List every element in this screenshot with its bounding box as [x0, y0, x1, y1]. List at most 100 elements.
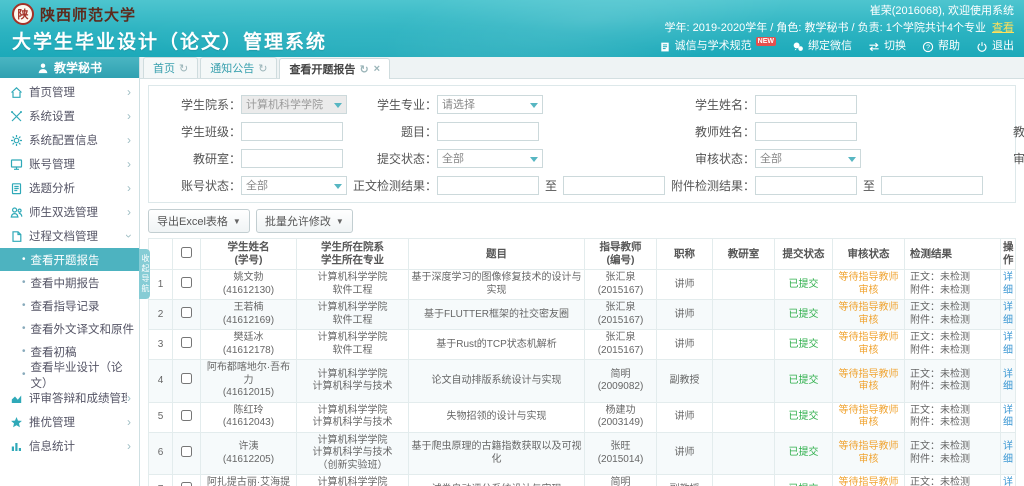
rank-cell: 讲师	[657, 402, 713, 432]
header-nav-wechat[interactable]: 绑定微信	[792, 38, 852, 55]
refresh-icon[interactable]: ↻	[179, 62, 188, 75]
sidebar-item-label: 首页管理	[29, 84, 127, 100]
college-major-cell: 计算机科学学院软件工程	[297, 330, 409, 360]
review-status: 等待指导教师审核	[839, 302, 899, 326]
detection-result-cell: 正文：未检测附件：未检测	[905, 270, 1001, 300]
row-checkbox[interactable]	[181, 337, 192, 348]
student-name-cell: 姚文勃(41612130)	[201, 270, 297, 300]
col-header: 操作	[1001, 239, 1016, 270]
filter-label: 正文检测结果：	[347, 177, 437, 194]
range-to-label: 至	[863, 177, 875, 194]
sidebar-item-chart[interactable]: 评审答辩和成绩管理›	[0, 386, 139, 410]
filter-input[interactable]	[241, 149, 343, 168]
refresh-icon[interactable]: ↻	[258, 62, 267, 75]
sidebar-item-document[interactable]: 过程文档管理›	[0, 224, 139, 248]
detail-link[interactable]: 详细	[1003, 369, 1013, 393]
range-from-input[interactable]	[437, 176, 539, 195]
header-nav-label: 诚信与学术规范	[675, 38, 752, 55]
filter-label: 学号：	[983, 96, 1024, 113]
refresh-icon[interactable]: ↻	[359, 63, 368, 76]
filter-panel: 学生院系：计算机科学学院学生专业：请选择学生姓名：学号：学生班级：题目：教师姓名…	[148, 85, 1016, 203]
thesis-title-cell: 失物招领的设计与实现	[409, 402, 585, 432]
detection-result-cell: 正文：未检测附件：未检测	[905, 300, 1001, 330]
header-nav-switch[interactable]: 切换	[868, 38, 906, 55]
report-table-wrap: 学生姓名(学号)学生所在院系学生所在专业题目指导教师(编号)职称教研室提交状态审…	[148, 238, 1016, 486]
tab-首页[interactable]: 首页 ↻	[143, 57, 198, 78]
range-to-input[interactable]	[881, 176, 983, 195]
detail-link[interactable]: 详细	[1003, 302, 1013, 326]
caret-down-icon	[334, 184, 342, 189]
sidebar-subitem[interactable]: •查看指导记录	[0, 294, 139, 317]
sidebar-item-analysis[interactable]: 选题分析›	[0, 176, 139, 200]
row-checkbox[interactable]	[181, 446, 192, 457]
tab-label: 通知公告	[210, 60, 254, 76]
filter-input[interactable]	[755, 95, 857, 114]
filter-select[interactable]: 请选择	[437, 95, 543, 114]
sidebar-item-monitor[interactable]: 账号管理›	[0, 152, 139, 176]
range-to-input[interactable]	[563, 176, 665, 195]
college-major-cell: 计算机科学学院计算机科学与技术（创新实验班）	[297, 432, 409, 475]
sidebar-item-gear[interactable]: 系统配置信息›	[0, 128, 139, 152]
sidebar-item-label: 选题分析	[29, 180, 127, 196]
tab-label: 首页	[153, 60, 175, 76]
tab-查看开题报告[interactable]: 查看开题报告↻×	[279, 58, 390, 79]
close-icon[interactable]: ×	[374, 63, 380, 75]
collapse-nav-tab[interactable]: 收起导航	[139, 249, 150, 299]
sidebar-item-wrench[interactable]: 系统设置›	[0, 104, 139, 128]
session-meta: 学年: 2019-2020学年 / 角色: 教学秘书 / 负责: 1个学院共计4…	[659, 20, 1014, 37]
header-nav-help[interactable]: ?帮助	[922, 38, 960, 55]
bullet-icon: •	[22, 300, 26, 311]
filter-input[interactable]	[755, 122, 857, 141]
analysis-icon	[10, 182, 23, 195]
office-cell	[713, 432, 775, 475]
submit-status: 已提交	[789, 309, 819, 320]
detail-link[interactable]: 详细	[1003, 272, 1013, 296]
filter-label: 账号状态：	[151, 177, 241, 194]
review-status: 等待指导教师审核	[839, 332, 899, 356]
row-checkbox[interactable]	[181, 277, 192, 288]
header-nav-honesty-doc[interactable]: 诚信与学术规范NEW	[659, 38, 776, 55]
select-value: 全部	[246, 177, 268, 193]
filter-input[interactable]	[437, 122, 539, 141]
filter-input[interactable]	[241, 122, 343, 141]
submit-status: 已提交	[789, 411, 819, 422]
sidebar-item-star[interactable]: 推优管理›	[0, 410, 139, 434]
sidebar-subitem[interactable]: •查看毕业设计（论文）	[0, 363, 139, 386]
sidebar-item-stats[interactable]: 信息统计›	[0, 434, 139, 458]
advisor-cell: 简明(2009082)	[585, 360, 657, 403]
thesis-title-cell: 论文自动排版系统设计与实现	[409, 360, 585, 403]
col-header: 教研室	[713, 239, 775, 270]
bullet-icon: •	[22, 346, 26, 357]
filter-label: 附件检测结果：	[665, 177, 755, 194]
detail-link[interactable]: 详细	[1003, 405, 1013, 429]
student-name-cell: 樊廷冰(41612178)	[201, 330, 297, 360]
sidebar-subitem[interactable]: •查看外文译文和原件	[0, 317, 139, 340]
row-checkbox[interactable]	[181, 373, 192, 384]
batch-allow-edit-button[interactable]: 批量允许修改▼	[256, 209, 353, 233]
tab-通知公告[interactable]: 通知公告 ↻	[200, 57, 277, 78]
caret-down-icon	[530, 103, 538, 108]
header-nav-power[interactable]: 退出	[976, 38, 1014, 55]
view-link[interactable]: 查看	[992, 22, 1014, 34]
sidebar-item-people[interactable]: 师生双选管理›	[0, 200, 139, 224]
filter-select[interactable]: 全部	[437, 149, 543, 168]
detail-link[interactable]: 详细	[1003, 441, 1013, 465]
header-nav-label: 绑定微信	[808, 38, 852, 55]
row-checkbox[interactable]	[181, 410, 192, 421]
row-checkbox[interactable]	[181, 482, 192, 486]
select-all-checkbox[interactable]	[181, 247, 192, 258]
student-name-cell: 王若楠(41612169)	[201, 300, 297, 330]
row-checkbox[interactable]	[181, 307, 192, 318]
filter-select[interactable]: 全部	[755, 149, 861, 168]
filter-select[interactable]: 全部	[241, 176, 347, 195]
student-name-cell: 许洟(41612205)	[201, 432, 297, 475]
sidebar-subitem[interactable]: •查看开题报告	[0, 248, 139, 271]
sidebar-subitem[interactable]: •查看中期报告	[0, 271, 139, 294]
detail-link[interactable]: 详细	[1003, 477, 1013, 486]
export-excel-button[interactable]: 导出Excel表格▼	[148, 209, 250, 233]
detail-link[interactable]: 详细	[1003, 332, 1013, 356]
range-from-input[interactable]	[755, 176, 857, 195]
sidebar-item-home[interactable]: 首页管理›	[0, 80, 139, 104]
col-header: 指导教师(编号)	[585, 239, 657, 270]
chevron-right-icon: ›	[127, 133, 131, 147]
